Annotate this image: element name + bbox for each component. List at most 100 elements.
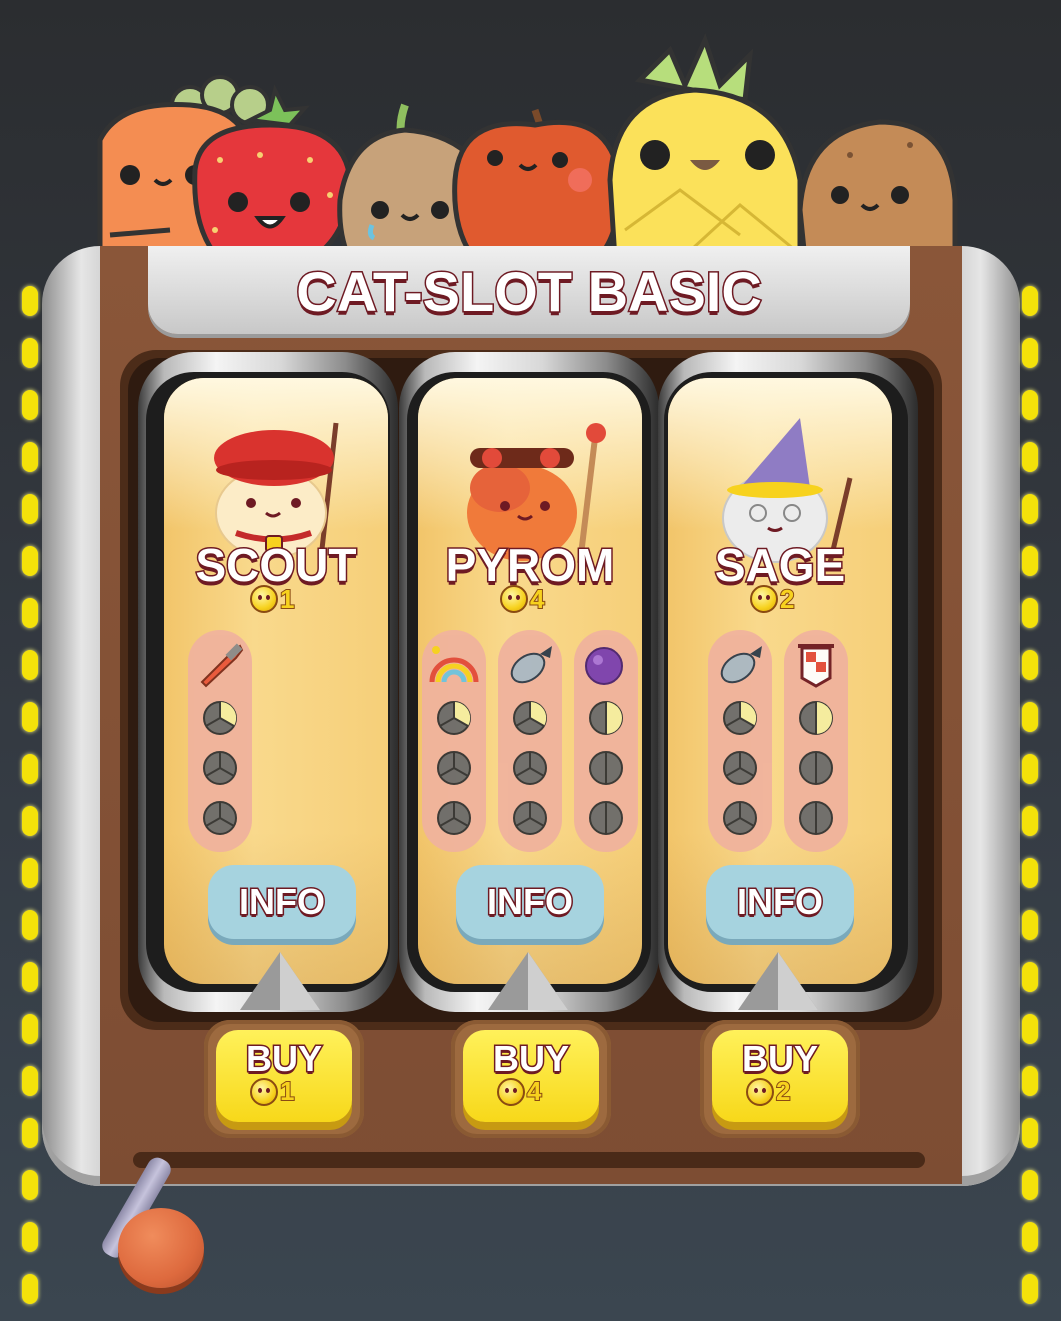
buy-cost: 2 — [746, 1075, 792, 1107]
machine-title: CAT-SLOT BASIC — [295, 259, 764, 325]
buy-label: BUY — [740, 1037, 819, 1081]
bomb-icon — [720, 646, 762, 684]
marquee-light — [22, 338, 38, 368]
bomb-icon — [510, 646, 552, 684]
pip-third-filled — [723, 701, 757, 735]
coin-icon — [500, 585, 528, 613]
pip-half-filled — [589, 701, 623, 735]
ability-bomb — [498, 630, 562, 852]
marquee-light — [22, 650, 38, 680]
purple-orb-icon — [585, 647, 623, 685]
buy-button-sage[interactable]: BUY 2 — [712, 1030, 848, 1122]
marquee-light — [22, 494, 38, 524]
pip-empty — [513, 801, 547, 835]
marquee-light — [22, 1014, 38, 1044]
marquee-light — [1022, 1014, 1038, 1044]
marquee-light — [1022, 702, 1038, 732]
pip-third-filled — [203, 701, 237, 735]
ability-orb — [574, 630, 638, 852]
pip-third-filled — [513, 701, 547, 735]
pip-empty — [437, 801, 471, 835]
pip-empty — [513, 751, 547, 785]
buy-button-pyrom[interactable]: BUY 4 — [463, 1030, 599, 1122]
ability-rainbow — [422, 630, 486, 852]
marquee-light — [1022, 962, 1038, 992]
pointer-highlight — [528, 952, 568, 1010]
buy-button-scout[interactable]: BUY 1 — [216, 1030, 352, 1122]
pineapple-mascot — [607, 33, 803, 260]
marquee-light — [1022, 1170, 1038, 1200]
coin-icon — [250, 585, 278, 613]
marquee-light — [22, 1274, 38, 1304]
pip-empty — [203, 751, 237, 785]
marquee-light — [1022, 598, 1038, 628]
pip-third-filled — [437, 701, 471, 735]
cat-cost-sage: 2 — [750, 583, 796, 615]
pip-empty — [799, 801, 833, 835]
potato-mascot — [797, 119, 958, 260]
marquee-light — [22, 1118, 38, 1148]
pointer-highlight — [280, 952, 320, 1010]
coin-icon — [750, 585, 778, 613]
buy-label: BUY — [244, 1037, 323, 1081]
marquee-light — [22, 806, 38, 836]
buy-cost: 1 — [250, 1075, 296, 1107]
marquee-light — [22, 702, 38, 732]
coin-icon — [250, 1077, 278, 1106]
pip-empty — [723, 801, 757, 835]
pip-empty — [437, 751, 471, 785]
info-button-sage[interactable]: INFO — [706, 865, 854, 939]
rainbow-icon — [429, 646, 479, 683]
marquee-light — [22, 1170, 38, 1200]
marquee-light — [22, 858, 38, 888]
marquee-light — [1022, 806, 1038, 836]
banner-icon — [798, 644, 834, 688]
coin-icon — [746, 1077, 774, 1106]
marquee-light — [22, 442, 38, 472]
marquee-light — [1022, 754, 1038, 784]
apple-mascot — [452, 108, 623, 260]
ability-bomb — [708, 630, 772, 852]
marquee-light — [1022, 1118, 1038, 1148]
marquee-light — [1022, 286, 1038, 316]
marquee-light — [1022, 390, 1038, 420]
marquee-light — [1022, 442, 1038, 472]
cat-cost-scout: 1 — [250, 583, 296, 615]
pip-empty — [799, 751, 833, 785]
marquee-light — [22, 1066, 38, 1096]
marquee-light — [1022, 338, 1038, 368]
marquee-light — [1022, 494, 1038, 524]
ability-knife — [188, 630, 252, 852]
cat-cost-pyrom: 4 — [500, 583, 546, 615]
marquee-light — [22, 1222, 38, 1252]
game-screen: CAT-SLOT BASIC SCOUT 1 INFO PYROM 4 INFO… — [0, 0, 1061, 1321]
marquee-light — [22, 962, 38, 992]
info-button-pyrom[interactable]: INFO — [456, 865, 604, 939]
knife-icon — [200, 643, 244, 688]
fruit-mascots — [97, 33, 958, 260]
buy-label: BUY — [491, 1037, 570, 1081]
marquee-light — [1022, 858, 1038, 888]
marquee-light — [1022, 546, 1038, 576]
reel-pyrom: PYROM 4 INFO — [418, 378, 642, 984]
marquee-light — [1022, 910, 1038, 940]
pip-empty — [589, 751, 623, 785]
ability-banner — [784, 630, 848, 852]
info-button-scout[interactable]: INFO — [208, 865, 356, 939]
pip-empty — [723, 751, 757, 785]
pip-empty — [589, 801, 623, 835]
lever-knob[interactable] — [118, 1208, 204, 1288]
marquee-light — [22, 910, 38, 940]
reel-scout: SCOUT 1 INFO — [164, 378, 388, 984]
reel-sage: SAGE 2 INFO — [668, 378, 892, 984]
marquee-light — [22, 286, 38, 316]
marquee-light — [22, 390, 38, 420]
coin-slot-bar — [133, 1152, 925, 1168]
pointer-highlight — [778, 952, 818, 1010]
marquee-light — [1022, 650, 1038, 680]
buy-cost: 4 — [497, 1075, 543, 1107]
marquee-light — [22, 598, 38, 628]
marquee-light — [1022, 1066, 1038, 1096]
marquee-light — [22, 546, 38, 576]
marquee-light — [1022, 1222, 1038, 1252]
